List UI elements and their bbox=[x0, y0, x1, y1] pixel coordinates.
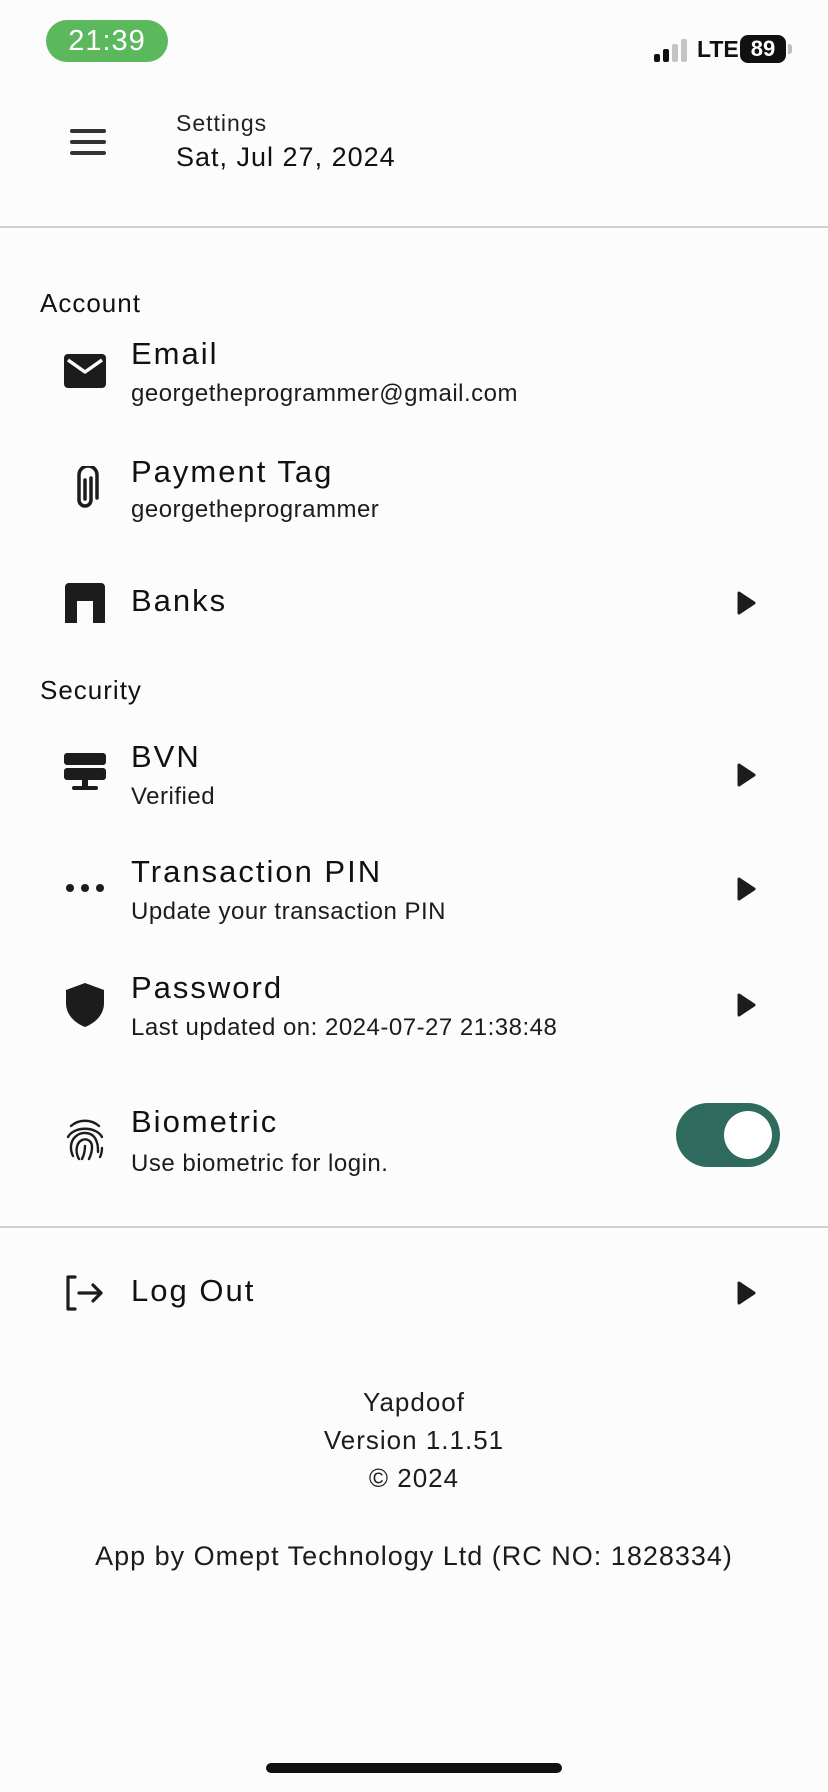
footer-version: Version 1.1.51 bbox=[323, 1425, 505, 1455]
password-value: Last updated on: 2024-07-27 21:38:48 bbox=[131, 1014, 558, 1041]
footer-credit: App by Omept Technology Ltd (RC NO: 1828… bbox=[95, 1541, 733, 1571]
biometric-value: Use biometric for login. bbox=[131, 1150, 389, 1177]
play-arrow-icon bbox=[734, 875, 758, 903]
header-date: Sat, Jul 27, 2024 bbox=[176, 142, 396, 172]
menu-icon[interactable] bbox=[70, 129, 106, 155]
footer-app-name: Yapdoof bbox=[363, 1387, 465, 1417]
bvn-title: BVN bbox=[131, 739, 201, 774]
settings-item-bvn[interactable]: BVN Verified bbox=[0, 737, 828, 827]
biometric-toggle[interactable] bbox=[676, 1103, 780, 1167]
shield-icon bbox=[62, 982, 108, 1028]
banks-title: Banks bbox=[131, 583, 228, 618]
settings-item-password[interactable]: Password Last updated on: 2024-07-27 21:… bbox=[0, 968, 828, 1058]
header-subtitle: Settings bbox=[176, 110, 268, 136]
logout-icon bbox=[62, 1270, 108, 1316]
settings-item-payment-tag[interactable]: Payment Tag georgetheprogrammer bbox=[0, 446, 828, 536]
monitor-icon bbox=[62, 749, 108, 795]
bvn-value: Verified bbox=[131, 783, 216, 810]
section-divider bbox=[0, 1226, 828, 1228]
transaction-pin-title: Transaction PIN bbox=[131, 854, 383, 889]
transaction-pin-value: Update your transaction PIN bbox=[131, 898, 446, 925]
toggle-knob bbox=[724, 1111, 772, 1159]
payment-tag-value: georgetheprogrammer bbox=[131, 496, 380, 523]
mail-icon bbox=[62, 348, 108, 394]
play-arrow-icon bbox=[734, 589, 758, 617]
battery-tip bbox=[788, 44, 792, 54]
settings-item-transaction-pin[interactable]: Transaction PIN Update your transaction … bbox=[0, 852, 828, 942]
settings-item-biometric: Biometric Use biometric for login. bbox=[0, 1104, 650, 1194]
status-time: 21:39 bbox=[46, 20, 168, 62]
network-label: LTE bbox=[697, 36, 739, 62]
play-arrow-icon bbox=[734, 1279, 758, 1307]
email-title: Email bbox=[131, 336, 219, 371]
section-title-security: Security bbox=[40, 675, 142, 705]
fingerprint-icon bbox=[62, 1117, 108, 1163]
password-title: Password bbox=[131, 970, 284, 1005]
footer-copyright: © 2024 bbox=[368, 1463, 460, 1493]
logout-button[interactable]: Log Out bbox=[0, 1265, 828, 1321]
dots-icon bbox=[62, 865, 108, 911]
header-divider bbox=[0, 226, 828, 228]
bank-icon bbox=[62, 580, 108, 626]
section-title-account: Account bbox=[40, 288, 141, 318]
battery-icon: 89 bbox=[740, 35, 786, 63]
paperclip-icon bbox=[62, 466, 108, 512]
play-arrow-icon bbox=[734, 991, 758, 1019]
settings-item-email[interactable]: Email georgetheprogrammer@gmail.com bbox=[0, 330, 828, 420]
settings-item-banks[interactable]: Banks bbox=[0, 575, 828, 631]
play-arrow-icon bbox=[734, 761, 758, 789]
biometric-title: Biometric bbox=[131, 1104, 279, 1139]
email-value: georgetheprogrammer@gmail.com bbox=[131, 380, 519, 407]
logout-label: Log Out bbox=[131, 1273, 256, 1308]
home-indicator bbox=[266, 1763, 562, 1773]
payment-tag-title: Payment Tag bbox=[131, 454, 334, 489]
signal-icon bbox=[654, 38, 690, 62]
